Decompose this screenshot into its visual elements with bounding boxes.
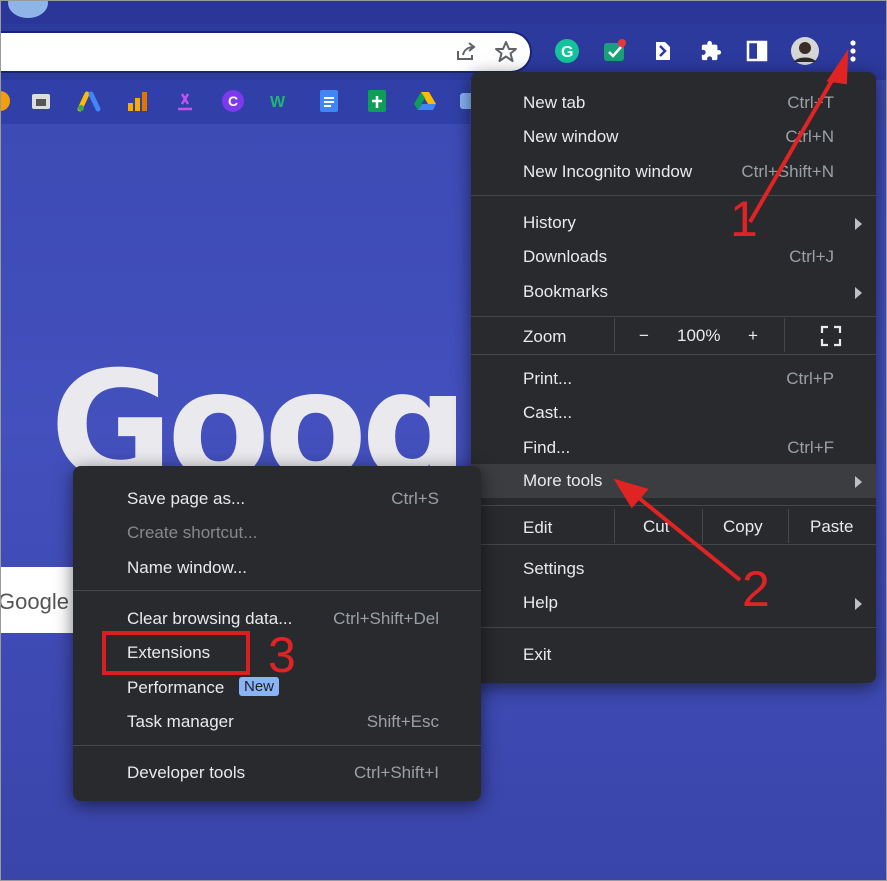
arrow-2 [632,492,742,582]
extensions-highlight-box [102,631,250,675]
step-2-label: 2 [742,561,770,617]
arrow-1 [748,68,840,224]
arrowhead-1 [826,48,849,85]
step-3-label: 3 [268,627,296,683]
step-1-label: 1 [730,191,758,247]
annotation-arrows [613,48,849,582]
